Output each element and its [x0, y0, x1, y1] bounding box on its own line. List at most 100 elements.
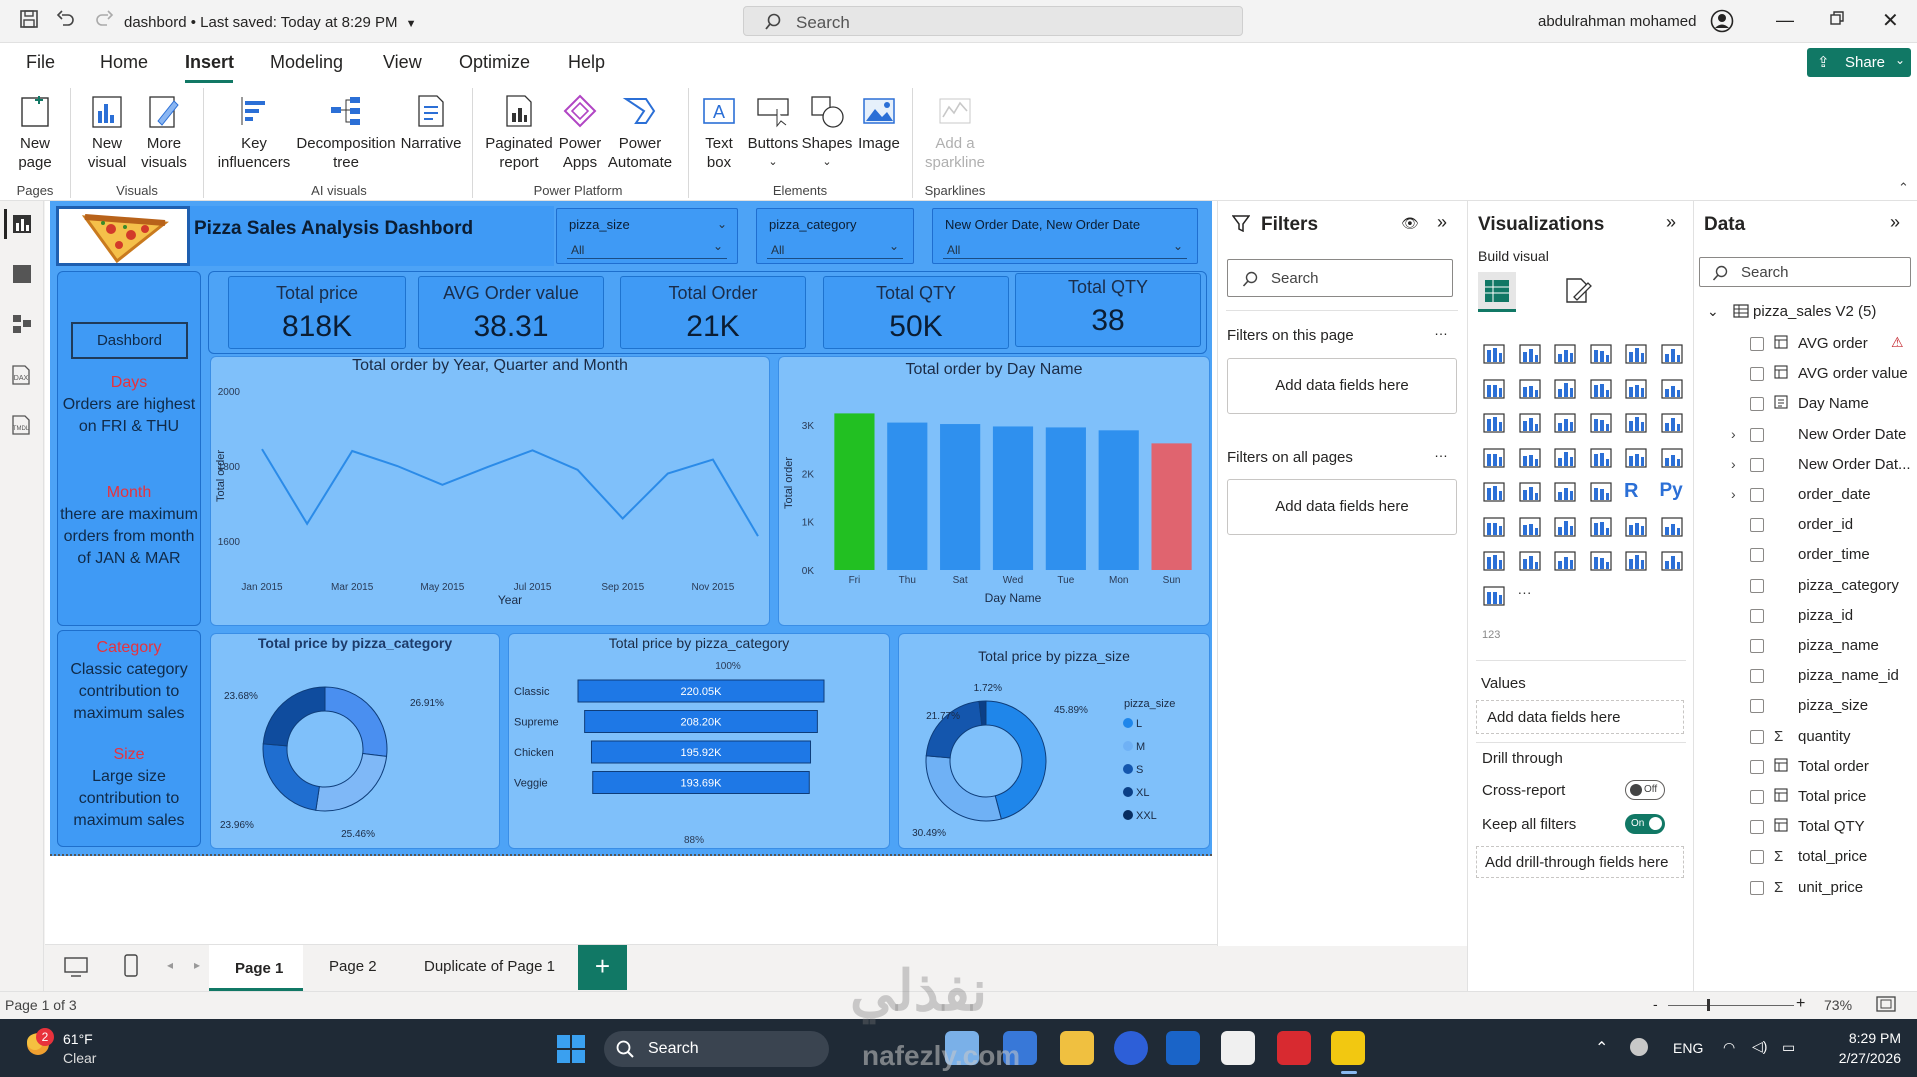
field-checkbox[interactable]: [1750, 457, 1764, 472]
field-row[interactable]: Total QTY: [1695, 816, 1911, 842]
fit-to-page-icon[interactable]: [1876, 996, 1896, 1015]
field-checkbox[interactable]: [1750, 397, 1764, 412]
table-visual-icon[interactable]: [1553, 480, 1577, 504]
file-title[interactable]: dashbord • Last saved: Today at 8:29 PM …: [124, 14, 417, 31]
field-row[interactable]: order_time: [1695, 544, 1911, 570]
slicer-dropdown[interactable]: All ⌄: [943, 239, 1187, 259]
scroll-left-icon[interactable]: ◂: [167, 958, 173, 972]
store-icon[interactable]: [1221, 1031, 1255, 1065]
zoom-in-icon[interactable]: +: [1796, 995, 1805, 1013]
decomposition-tree-button[interactable]: Decomposition tree: [294, 92, 398, 172]
power-apps-visual-icon[interactable]: [1482, 549, 1506, 573]
scatter-icon[interactable]: [1553, 411, 1577, 435]
python-visual-icon[interactable]: Py: [1660, 480, 1684, 504]
build-visual-tab[interactable]: [1478, 272, 1516, 312]
100-column-icon[interactable]: [1660, 342, 1684, 366]
field-checkbox[interactable]: [1750, 608, 1764, 623]
field-row[interactable]: AVG order value: [1695, 363, 1911, 389]
add-sparkline-button[interactable]: Add a sparkline: [922, 92, 988, 172]
outlook-icon[interactable]: [1166, 1031, 1200, 1065]
field-row[interactable]: Total order: [1695, 756, 1911, 782]
narrative-button[interactable]: Narrative: [398, 92, 464, 153]
collapse-filters-icon[interactable]: »: [1437, 212, 1447, 233]
donut-icon[interactable]: [1624, 411, 1648, 435]
report-view-icon[interactable]: [12, 214, 32, 237]
filters-page-dropzone[interactable]: Add data fields here: [1227, 358, 1457, 414]
decomposition-icon[interactable]: [1518, 515, 1542, 539]
network-app-icon[interactable]: [1630, 1038, 1648, 1056]
field-row[interactable]: order_id: [1695, 514, 1911, 540]
field-checkbox[interactable]: [1750, 367, 1764, 382]
line-stacked-icon[interactable]: [1660, 377, 1684, 401]
line-chart-icon[interactable]: [1482, 377, 1506, 401]
keep-all-filters-toggle[interactable]: On: [1625, 814, 1665, 834]
clock-date[interactable]: 2/27/2026: [1825, 1050, 1901, 1066]
field-row[interactable]: pizza_category: [1695, 575, 1911, 601]
field-checkbox[interactable]: [1750, 518, 1764, 533]
field-checkbox[interactable]: [1750, 729, 1764, 744]
stacked-bar-icon[interactable]: [1482, 342, 1506, 366]
stacked-area-icon[interactable]: [1553, 377, 1577, 401]
field-row[interactable]: Σunit_price: [1695, 877, 1911, 903]
tab-page-2[interactable]: Page 2: [329, 958, 377, 975]
mobile-layout-icon[interactable]: [123, 954, 139, 981]
slicer-pizza-size[interactable]: pizza_size ⌄ All ⌄: [556, 208, 738, 264]
azure-map-icon[interactable]: [1553, 446, 1577, 470]
chevron-right-icon[interactable]: ›: [1731, 456, 1736, 472]
collapse-ribbon-icon[interactable]: ⌃: [1898, 180, 1909, 196]
area-chart-icon[interactable]: [1518, 377, 1542, 401]
slicer-dropdown[interactable]: All ⌄: [567, 239, 727, 259]
more-visuals-icon[interactable]: [1482, 584, 1506, 608]
field-checkbox[interactable]: [1750, 578, 1764, 593]
chevron-up-icon[interactable]: ⌃: [1595, 1038, 1608, 1058]
field-checkbox[interactable]: [1750, 639, 1764, 653]
power-automate-button[interactable]: Power Automate: [604, 92, 676, 172]
field-row[interactable]: › New Order Dat...: [1695, 454, 1911, 480]
kpi-icon[interactable]: [1482, 480, 1506, 504]
field-checkbox[interactable]: [1750, 880, 1764, 895]
power-apps-button[interactable]: Power Apps: [556, 92, 604, 172]
tab-duplicate-page-1[interactable]: Duplicate of Page 1: [424, 958, 555, 975]
field-row[interactable]: Σquantity: [1695, 726, 1911, 752]
map-icon[interactable]: [1482, 446, 1506, 470]
field-row[interactable]: Day Name: [1695, 393, 1911, 419]
field-row[interactable]: pizza_name_id: [1695, 665, 1911, 691]
windows-start-icon[interactable]: [556, 1034, 586, 1067]
field-checkbox[interactable]: [1750, 820, 1764, 835]
add-page-button[interactable]: +: [578, 945, 627, 990]
drill-through-dropzone[interactable]: Add drill-through fields here: [1476, 846, 1684, 878]
filled-map-icon[interactable]: [1518, 446, 1542, 470]
field-row[interactable]: pizza_size: [1695, 695, 1911, 721]
collapse-data-icon[interactable]: »: [1890, 212, 1900, 233]
field-row[interactable]: pizza_name: [1695, 635, 1911, 661]
zoom-slider[interactable]: [1668, 1005, 1794, 1006]
share-button[interactable]: ⇪ Share ⌄: [1807, 48, 1911, 77]
power-bi-icon[interactable]: [1331, 1031, 1365, 1065]
desktop-layout-icon[interactable]: [64, 956, 88, 981]
gauge-icon[interactable]: [1624, 446, 1648, 470]
field-checkbox[interactable]: [1750, 699, 1764, 714]
chevron-right-icon[interactable]: ›: [1731, 486, 1736, 502]
battery-icon[interactable]: ▭: [1782, 1039, 1795, 1056]
more-visuals-button[interactable]: More visuals: [136, 92, 192, 172]
r-visual-icon[interactable]: R: [1624, 480, 1648, 504]
field-checkbox[interactable]: [1750, 790, 1764, 804]
zoom-out-icon[interactable]: -: [1653, 996, 1658, 1012]
text-slicer-icon[interactable]: [1553, 549, 1577, 573]
clustered-bar-icon[interactable]: [1553, 342, 1577, 366]
treemap-icon[interactable]: [1660, 411, 1684, 435]
menu-home[interactable]: Home: [100, 52, 148, 73]
menu-file[interactable]: File: [26, 52, 55, 73]
more-options-icon[interactable]: …: [1434, 322, 1448, 338]
dax-query-view-icon[interactable]: DAX: [10, 364, 32, 388]
menu-optimize[interactable]: Optimize: [459, 52, 530, 73]
stacked-column-icon[interactable]: [1518, 342, 1542, 366]
title-search[interactable]: Search: [743, 6, 1243, 36]
menu-insert[interactable]: Insert: [185, 52, 234, 73]
eye-icon[interactable]: 👁: [1401, 215, 1419, 232]
tab-page-1[interactable]: Page 1: [209, 945, 303, 991]
zoom-slider-thumb[interactable]: [1707, 999, 1710, 1011]
field-checkbox[interactable]: [1750, 850, 1764, 865]
wifi-icon[interactable]: ◠: [1723, 1039, 1735, 1056]
menu-modeling[interactable]: Modeling: [270, 52, 343, 73]
